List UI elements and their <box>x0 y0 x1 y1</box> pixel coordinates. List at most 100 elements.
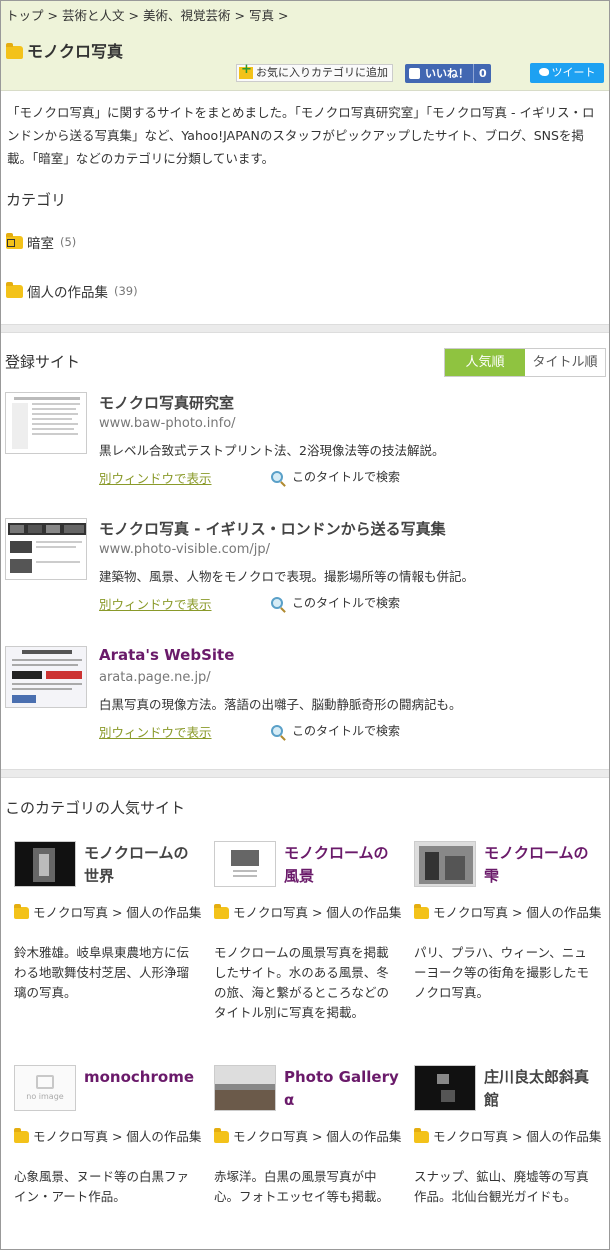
search-icon <box>271 596 283 609</box>
popular-site-description: 赤塚洋。白黒の風景写真が中心。フォトエッセイ等も掲載。 <box>214 1169 390 1204</box>
popular-site-title-link[interactable]: モノクロームの世界 <box>84 842 202 888</box>
folder-icon <box>214 1128 229 1143</box>
sort-tabs: 人気順 タイトル順 <box>444 348 606 377</box>
tab-sort-popular[interactable]: 人気順 <box>445 349 525 376</box>
popular-site-title-link[interactable]: モノクロームの雫 <box>484 842 602 888</box>
site-screenshot-image <box>215 842 275 886</box>
folder-icon <box>214 904 229 919</box>
breadcrumb-photo[interactable]: 写真 <box>249 8 274 23</box>
search-title-label: このタイトルで検索 <box>292 596 401 610</box>
folder-icon <box>14 904 29 919</box>
popular-site-description: モノクロームの風景写真を掲載したサイト。水のある風景、冬の旅、海と繋がるところな… <box>214 945 390 1020</box>
subcategory-label: 暗室 <box>27 236 54 252</box>
site-entry: モノクロ写真 - イギリス・ロンドンから送る写真集 www.photo-visi… <box>5 518 605 612</box>
popular-site-category-link[interactable]: モノクロ写真 > 個人の作品集 <box>14 1127 202 1147</box>
popular-site-card: no image monochrome モノクロ写真 > 個人の作品集 心象風景… <box>14 1065 202 1215</box>
add-favorite-label: お気に入りカテゴリに追加 <box>256 66 388 79</box>
site-screenshot-image <box>415 1066 475 1110</box>
page-title-text: モノクロ写真 <box>27 42 124 61</box>
subcategory-personal-works[interactable]: 個人の作品集 (39) <box>6 281 138 301</box>
popular-site-card: Photo Gallery α モノクロ写真 > 個人の作品集 赤塚洋。白黒の風… <box>214 1065 402 1235</box>
breadcrumb-separator: > <box>278 8 289 23</box>
popular-site-title-link[interactable]: モノクロームの風景 <box>284 842 402 888</box>
image-placeholder-icon <box>36 1075 54 1089</box>
folder-icon <box>6 43 23 59</box>
popular-site-title-link[interactable]: monochrome <box>84 1066 202 1089</box>
popular-site-card: モノクロームの世界 モノクロ写真 > 個人の作品集 鈴木雅雄。岐阜県東農地方に伝… <box>14 841 202 1011</box>
site-url: www.photo-visible.com/jp/ <box>99 542 270 557</box>
site-entry: モノクロ写真研究室 www.baw-photo.info/ 黒レベル合致式テスト… <box>5 392 605 486</box>
open-new-window-link[interactable]: 別ウィンドウで表示 <box>99 594 212 613</box>
popular-site-category-link[interactable]: モノクロ写真 > 個人の作品集 <box>414 903 602 923</box>
category-path: モノクロ写真 > 個人の作品集 <box>433 1129 602 1144</box>
category-header: トップ>芸術と人文>美術、視覚芸術>写真> モノクロ写真 お気に入りカテゴリに追… <box>1 1 609 91</box>
category-path: モノクロ写真 > 個人の作品集 <box>33 905 202 920</box>
page-title: モノクロ写真 <box>6 38 123 62</box>
open-new-window-link[interactable]: 別ウィンドウで表示 <box>99 468 212 487</box>
like-count: 0 <box>473 64 487 83</box>
site-thumbnail[interactable] <box>5 392 87 454</box>
site-description: 黒レベル合致式テストプリント法、2浴現像法等の技法解説。 <box>99 443 445 458</box>
popular-site-category-link[interactable]: モノクロ写真 > 個人の作品集 <box>14 903 202 923</box>
popular-site-title-link[interactable]: 庄川良太郎斜真館 <box>484 1066 602 1112</box>
popular-site-thumbnail[interactable] <box>14 841 76 887</box>
subcategory-heading: カテゴリ <box>6 191 67 209</box>
popular-site-description: 鈴木雅雄。岐阜県東農地方に伝わる地歌舞伎村芝居、人形浄瑠璃の写真。 <box>14 945 190 1000</box>
subcategory-darkroom[interactable]: 暗室 (5) <box>6 232 76 252</box>
section-divider <box>1 769 609 778</box>
site-entry: Arata's WebSite arata.page.ne.jp/ 白黒写真の現… <box>5 646 605 740</box>
popular-site-title-link[interactable]: Photo Gallery α <box>284 1066 402 1112</box>
search-title-link[interactable]: このタイトルで検索 <box>271 594 400 611</box>
open-new-window-link[interactable]: 別ウィンドウで表示 <box>99 722 212 741</box>
tweet-button[interactable]: ツイート <box>530 63 604 83</box>
search-title-link[interactable]: このタイトルで検索 <box>271 722 400 739</box>
no-image-label: no image <box>26 1092 64 1101</box>
breadcrumb: トップ > 芸術と人文 > 美術、視覚芸術 > 写真 > <box>6 5 293 24</box>
search-title-label: このタイトルで検索 <box>292 724 401 738</box>
popular-site-card: 庄川良太郎斜真館 モノクロ写真 > 個人の作品集 スナップ、鉱山、廃墟等の写真作… <box>414 1065 602 1215</box>
site-thumbnail[interactable] <box>5 646 87 708</box>
site-screenshot-image <box>6 647 86 707</box>
popular-site-card: モノクロームの雫 モノクロ写真 > 個人の作品集 パリ、プラハ、ウィーン、ニュー… <box>414 841 602 1011</box>
site-title-link[interactable]: モノクロ写真研究室 <box>99 392 234 413</box>
like-label: いいね！ <box>425 67 469 80</box>
popular-site-thumbnail[interactable] <box>414 841 476 887</box>
tab-sort-title[interactable]: タイトル順 <box>525 349 605 376</box>
registered-sites-heading: 登録サイト <box>5 353 81 371</box>
search-title-link[interactable]: このタイトルで検索 <box>271 468 400 485</box>
popular-site-thumbnail[interactable] <box>214 841 276 887</box>
popular-site-thumbnail[interactable]: no image <box>14 1065 76 1111</box>
popular-site-category-link[interactable]: モノクロ写真 > 個人の作品集 <box>214 903 402 923</box>
add-favorite-button[interactable]: お気に入りカテゴリに追加 <box>236 62 393 82</box>
popular-sites-heading: このカテゴリの人気サイト <box>5 799 186 817</box>
folder-icon <box>14 1128 29 1143</box>
breadcrumb-arts[interactable]: 芸術と人文 <box>62 8 125 23</box>
site-description: 建築物、風景、人物をモノクロで表現。撮影場所等の情報も併記。 <box>99 569 475 584</box>
search-icon <box>271 470 283 483</box>
facebook-like-button[interactable]: いいね！ 0 <box>405 64 491 83</box>
add-folder-icon <box>239 62 253 79</box>
popular-site-thumbnail[interactable] <box>214 1065 276 1111</box>
breadcrumb-visual-arts[interactable]: 美術、視覚芸術 <box>143 8 231 23</box>
section-divider <box>1 324 609 333</box>
subcategory-count: (5) <box>60 235 77 249</box>
popular-site-category-link[interactable]: モノクロ写真 > 個人の作品集 <box>214 1127 402 1147</box>
twitter-bird-icon <box>538 68 549 76</box>
popular-site-category-link[interactable]: モノクロ写真 > 個人の作品集 <box>414 1127 602 1147</box>
breadcrumb-separator: > <box>234 8 245 23</box>
popular-site-thumbnail[interactable] <box>414 1065 476 1111</box>
search-title-label: このタイトルで検索 <box>292 470 401 484</box>
search-icon <box>271 724 283 737</box>
category-description: 「モノクロ写真」に関するサイトをまとめました。「モノクロ写真研究室」「モノクロ写… <box>7 105 595 166</box>
popular-site-description: パリ、プラハ、ウィーン、ニューヨーク等の街角を撮影したモノクロ写真。 <box>414 945 590 1000</box>
folder-icon <box>414 1128 429 1143</box>
site-title-link[interactable]: モノクロ写真 - イギリス・ロンドンから送る写真集 <box>99 518 446 539</box>
popular-site-description: スナップ、鉱山、廃墟等の写真作品。北仙台観光ガイドも。 <box>414 1169 589 1204</box>
site-screenshot-image <box>215 1066 275 1110</box>
category-path: モノクロ写真 > 個人の作品集 <box>33 1129 202 1144</box>
site-thumbnail[interactable] <box>5 518 87 580</box>
site-url: arata.page.ne.jp/ <box>99 670 211 685</box>
breadcrumb-top[interactable]: トップ <box>6 8 44 23</box>
site-title-link[interactable]: Arata's WebSite <box>99 646 234 664</box>
breadcrumb-separator: > <box>47 8 58 23</box>
